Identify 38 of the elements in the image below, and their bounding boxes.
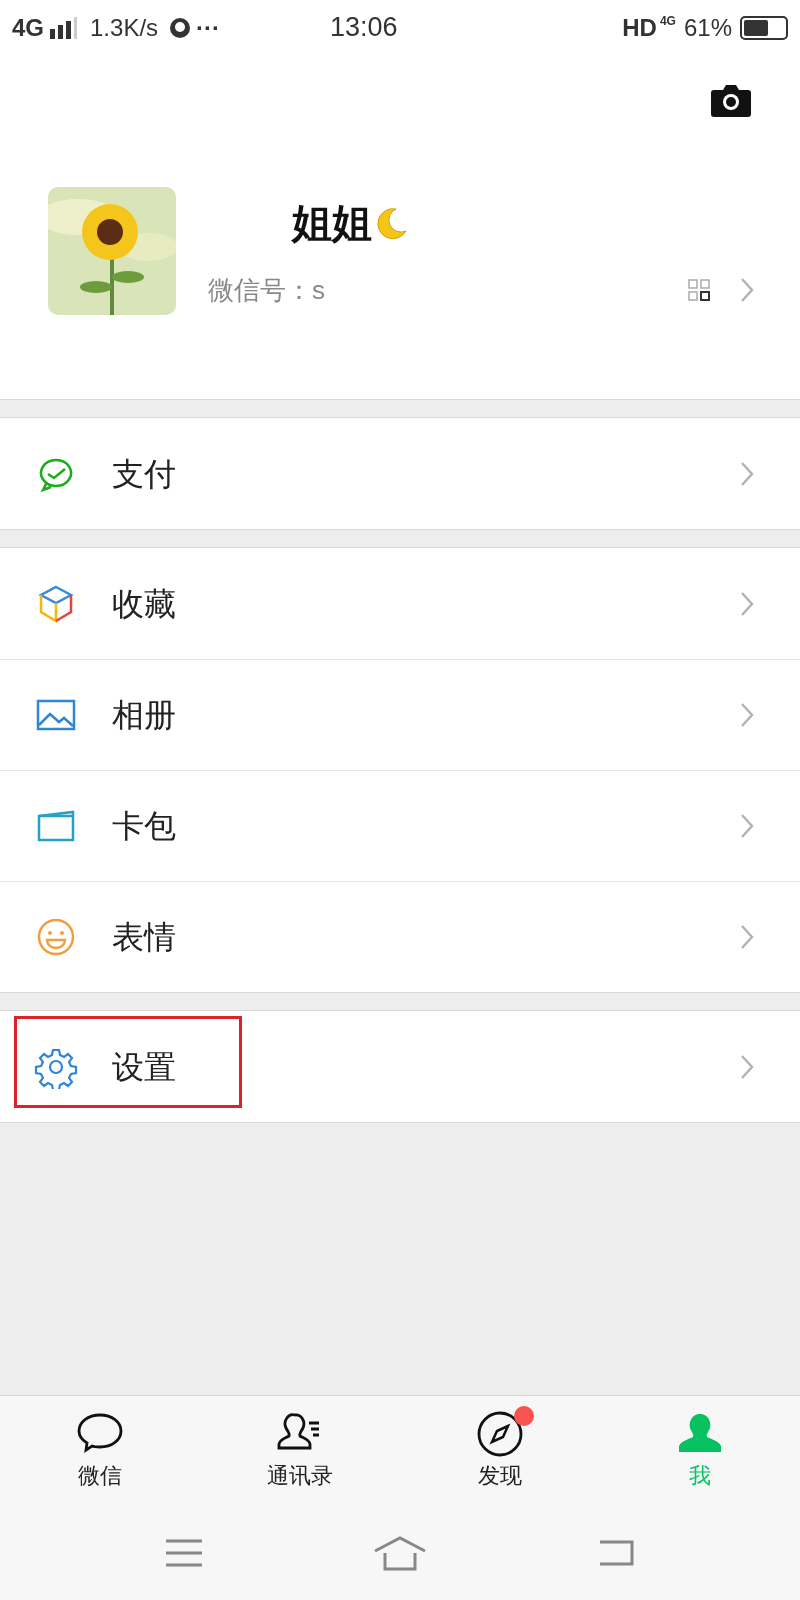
- wechat-id: 微信号：s: [208, 273, 325, 307]
- chevron-right-icon: [740, 1053, 754, 1080]
- menu-item[interactable]: 设置: [0, 1011, 800, 1122]
- battery-percent: 61%: [683, 12, 732, 43]
- chevron-right-icon: [740, 460, 754, 487]
- camera-icon[interactable]: [710, 83, 752, 117]
- clock: 13:06: [330, 11, 398, 45]
- menu-item[interactable]: 相册: [0, 659, 800, 770]
- menu-label: 收藏: [112, 584, 176, 624]
- signal-icon: [48, 16, 78, 39]
- network-speed: 1.3K/s: [90, 12, 159, 43]
- compass-icon: [475, 1409, 525, 1459]
- menu-label: 表情: [112, 918, 176, 957]
- chevron-right-icon: [740, 813, 754, 839]
- qr-code-icon: [688, 279, 710, 301]
- home-icon[interactable]: [373, 1534, 427, 1571]
- profile-name: 姐姐: [292, 199, 372, 247]
- menu-label: 设置: [112, 1047, 176, 1087]
- menu-item[interactable]: 表情: [0, 881, 800, 992]
- tab[interactable]: 微信: [0, 1396, 200, 1505]
- menu-label: 相册: [112, 696, 176, 735]
- menu-label: 支付: [112, 454, 176, 494]
- app-notification-icon: [168, 15, 193, 40]
- menu-item[interactable]: 支付: [0, 418, 800, 529]
- menu-icon[interactable]: [164, 1537, 205, 1568]
- mobile-data-label: 4G: [659, 13, 676, 30]
- tab[interactable]: 通讯录: [200, 1396, 400, 1505]
- chevron-right-icon: [740, 277, 754, 303]
- menu-item[interactable]: 卡包: [0, 770, 800, 881]
- menu-label: 卡包: [112, 807, 176, 846]
- more-notifications: ···: [196, 12, 221, 43]
- chevron-right-icon: [740, 702, 754, 728]
- tab[interactable]: 发现: [400, 1396, 600, 1505]
- menu-item[interactable]: 收藏: [0, 548, 800, 659]
- network-type: 4G: [12, 12, 44, 43]
- hd-label: HD: [622, 12, 657, 43]
- chevron-right-icon: [740, 924, 754, 950]
- chevron-right-icon: [740, 590, 754, 617]
